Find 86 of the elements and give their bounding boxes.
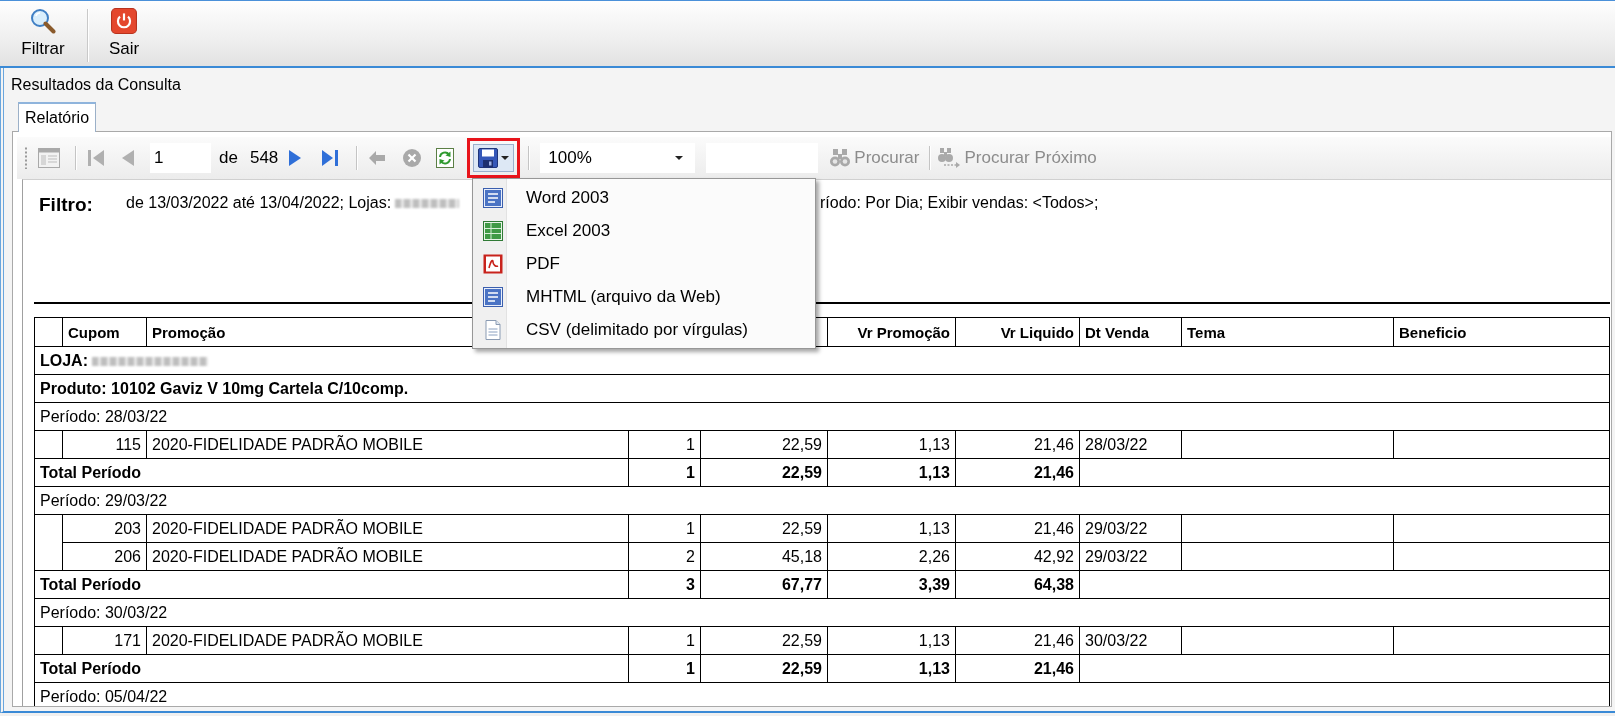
table-cell: 206 xyxy=(62,542,147,571)
table-cell: 22,59 xyxy=(700,626,828,655)
total-value: 22,59 xyxy=(700,654,828,683)
binoculars-icon xyxy=(830,149,851,167)
page-number-field[interactable]: 1 xyxy=(150,143,211,173)
table-cell: 1 xyxy=(628,514,701,543)
table-cell: 21,46 xyxy=(955,430,1080,459)
zoom-dropdown[interactable]: 100% xyxy=(540,143,696,173)
column-header: Beneficio xyxy=(1393,317,1610,347)
column-header: Vr Liquido xyxy=(955,317,1080,347)
table-cell: 1,13 xyxy=(827,514,956,543)
total-value: 21,46 xyxy=(955,654,1080,683)
blurred-text xyxy=(395,198,460,208)
filter-label: Filtro: xyxy=(39,193,94,217)
filter-button[interactable]: Filtrar xyxy=(8,1,78,66)
search-icon xyxy=(30,8,56,34)
table-cell: 22,59 xyxy=(700,430,828,459)
page-count: 548 xyxy=(249,148,279,168)
table-cell: 22,59 xyxy=(700,514,828,543)
total-value: 64,38 xyxy=(955,570,1080,599)
filter-text: ríodo: Por Dia; Exibir vendas: <Todos>; xyxy=(820,193,1100,213)
menu-item[interactable]: PDF xyxy=(473,247,815,280)
menu-item[interactable]: MHTML (arquivo da Web) xyxy=(473,280,815,313)
menu-item[interactable]: Excel 2003 xyxy=(473,214,815,247)
menu-item[interactable]: Word 2003 xyxy=(473,181,815,214)
total-label: Total Período xyxy=(34,570,629,599)
table-cell: 29/03/22 xyxy=(1079,542,1182,571)
period-heading: Período: 05/04/22 xyxy=(34,682,1610,706)
total-value: 1 xyxy=(628,654,701,683)
column-header: Tema xyxy=(1181,317,1394,347)
table-cell: 30/03/22 xyxy=(1079,626,1182,655)
table-cell: 2 xyxy=(628,542,701,571)
table-cell: 2020-FIDELIDADE PADRÃO MOBILE xyxy=(146,542,629,571)
column-header: Vr Promoção xyxy=(827,317,956,347)
total-value: 67,77 xyxy=(700,570,828,599)
table-cell: 21,46 xyxy=(955,626,1080,655)
table-cell: 203 xyxy=(62,514,147,543)
table-cell: 28/03/22 xyxy=(1079,430,1182,459)
table-cell: 1,13 xyxy=(827,626,956,655)
total-label: Total Período xyxy=(34,458,629,487)
column-header: Cupom xyxy=(62,317,147,347)
table-cell: 2020-FIDELIDADE PADRÃO MOBILE xyxy=(146,430,629,459)
exit-button[interactable]: Sair xyxy=(89,1,159,66)
table-cell: 2,26 xyxy=(827,542,956,571)
period-heading: Período: 29/03/22 xyxy=(34,486,1610,515)
binoculars-arrow-icon xyxy=(938,148,961,168)
table-cell: 45,18 xyxy=(700,542,828,571)
spreadsheet-icon xyxy=(483,220,503,241)
filter-text: de 13/03/2022 até 13/04/2022; Lojas: xyxy=(126,193,392,213)
table-cell: 1 xyxy=(628,430,701,459)
table-cell: 29/03/22 xyxy=(1079,514,1182,543)
power-icon xyxy=(111,8,137,34)
table-cell: 171 xyxy=(62,626,147,655)
total-value: 1,13 xyxy=(827,654,956,683)
period-heading: Período: 30/03/22 xyxy=(34,598,1610,627)
store-label: LOJA: xyxy=(40,351,88,369)
table-cell: 1 xyxy=(628,626,701,655)
caret-icon xyxy=(675,156,684,160)
product-heading: Produto: 10102 Gaviz V 10mg Cartela C/10comp. xyxy=(34,374,1610,403)
document-icon xyxy=(483,286,503,307)
last-page-icon[interactable] xyxy=(322,149,340,167)
period-heading: Período: 28/03/22 xyxy=(34,402,1610,431)
table-cell: 1,13 xyxy=(827,430,956,459)
table-cell: 2020-FIDELIDADE PADRÃO MOBILE xyxy=(146,514,629,543)
page-of-label: de xyxy=(219,148,238,168)
document-icon xyxy=(483,187,503,208)
panel-title: Resultados da Consulta xyxy=(10,75,182,95)
total-value: 1,13 xyxy=(827,458,956,487)
table-cell: 2020-FIDELIDADE PADRÃO MOBILE xyxy=(146,626,629,655)
report-tab[interactable]: Relatório xyxy=(18,102,97,132)
table-cell: 115 xyxy=(62,430,147,459)
file-icon xyxy=(483,319,503,340)
refresh-icon[interactable] xyxy=(436,148,455,168)
total-value: 22,59 xyxy=(700,458,828,487)
table-cell: 21,46 xyxy=(955,514,1080,543)
column-header: Dt Venda xyxy=(1079,317,1182,347)
total-value: 3,39 xyxy=(827,570,956,599)
total-value: 21,46 xyxy=(955,458,1080,487)
caret-icon xyxy=(501,156,510,160)
total-value: 1 xyxy=(628,458,701,487)
grip-icon xyxy=(24,147,28,169)
total-value: 3 xyxy=(628,570,701,599)
total-label: Total Período xyxy=(34,654,629,683)
next-page-icon[interactable] xyxy=(289,149,302,167)
export-button[interactable] xyxy=(473,144,515,172)
table-cell: 42,92 xyxy=(955,542,1080,571)
